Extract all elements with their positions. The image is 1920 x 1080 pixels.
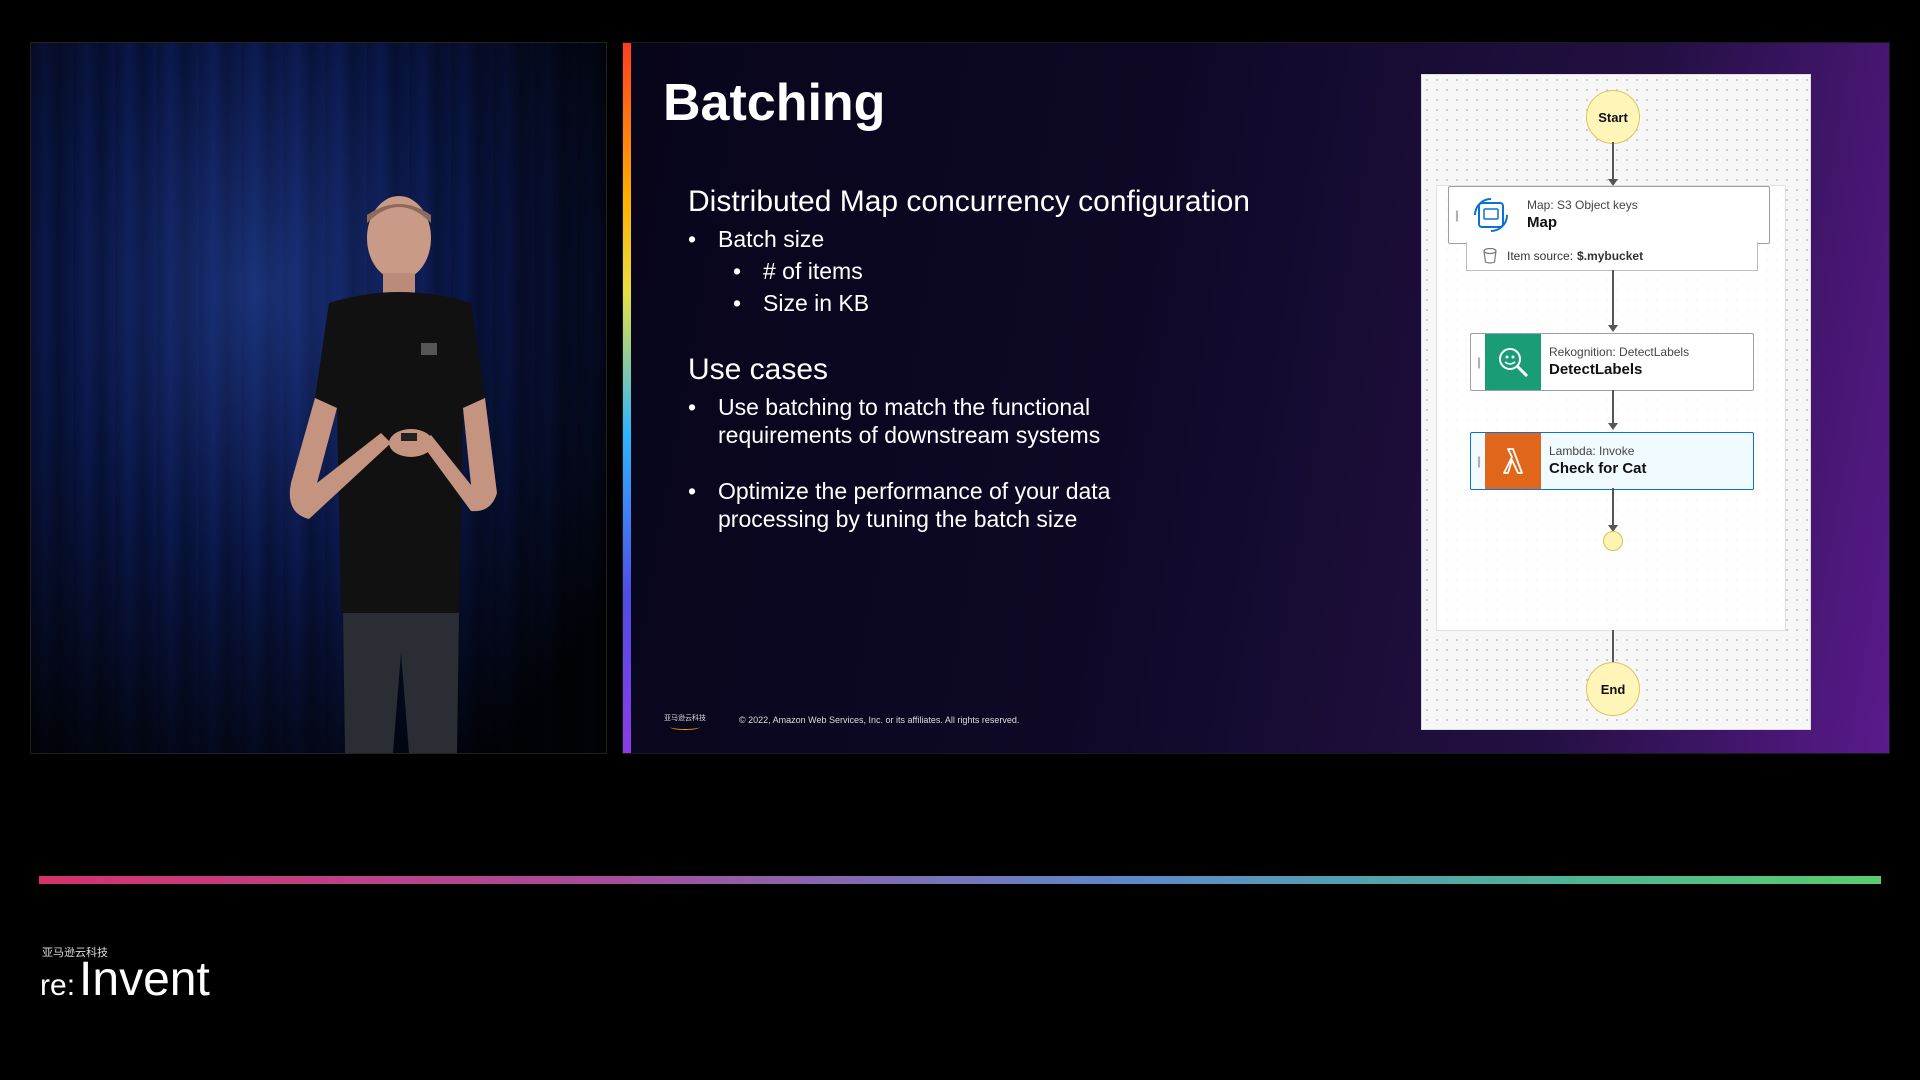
bullet-use-case-1: Use batching to match the functional req… xyxy=(688,393,1138,449)
rekognition-state-type: Rekognition: DetectLabels xyxy=(1549,345,1690,359)
sub-bullet-size: Size in KB xyxy=(733,289,1368,317)
copyright: © 2022, Amazon Web Services, Inc. or its… xyxy=(739,715,1020,725)
reinvent-invent: Invent xyxy=(79,953,210,1006)
edge-map-end xyxy=(1612,630,1614,666)
workflow-diagram: Start || Map: S3 Object keys Map Item so… xyxy=(1421,74,1811,730)
arrow-map-rekognition xyxy=(1608,325,1618,332)
s3-bucket-icon xyxy=(1483,248,1497,264)
rekognition-magnifier-icon xyxy=(1485,334,1541,390)
map-state[interactable]: || Map: S3 Object keys Map xyxy=(1448,186,1770,244)
speaker-figure xyxy=(289,196,497,753)
map-state-name: Map xyxy=(1527,214,1557,231)
use-case-bullets: Use batching to match the functional req… xyxy=(688,393,1368,533)
bullet-use-case-2: Optimize the performance of your data pr… xyxy=(688,477,1158,533)
edge-lambda-end-dot xyxy=(1612,488,1614,528)
section-heading-config: Distributed Map concurrency configuratio… xyxy=(688,185,1250,218)
drag-handle-icon[interactable]: || xyxy=(1449,187,1463,243)
map-state-type: Map: S3 Object keys xyxy=(1527,198,1638,212)
lambda-state[interactable]: || Lambda: Invoke Check for Cat xyxy=(1470,432,1754,490)
drag-handle-icon[interactable]: || xyxy=(1471,433,1485,489)
start-label: Start xyxy=(1598,109,1628,125)
edge-map-rekognition xyxy=(1612,270,1614,326)
speaker-video xyxy=(30,42,607,754)
rekognition-state-name: DetectLabels xyxy=(1549,361,1643,378)
sub-bullet-items: # of items xyxy=(733,257,1368,285)
lambda-state-name: Check for Cat xyxy=(1549,460,1647,477)
reinvent-logo: re:Invent xyxy=(40,952,210,1007)
edge-start-map xyxy=(1612,142,1614,181)
reinvent-re: re xyxy=(40,969,67,1002)
aws-cn-logo: 亚马逊云科技 xyxy=(663,713,707,730)
slide-body: Distributed Map concurrency configuratio… xyxy=(688,183,1368,537)
slide: Batching Distributed Map concurrency con… xyxy=(622,42,1890,754)
aws-smile-icon xyxy=(670,724,700,730)
bullet-batch-size: Batch size xyxy=(688,225,1368,253)
end-label: End xyxy=(1600,681,1626,697)
slide-accent-bar xyxy=(623,43,631,753)
end-node[interactable]: End xyxy=(1586,662,1640,716)
config-bullets: Batch size xyxy=(688,225,1368,253)
lambda-state-type: Lambda: Invoke xyxy=(1549,444,1635,458)
rekognition-state[interactable]: || Rekognition: DetectLabels DetectLabel… xyxy=(1470,333,1754,391)
arrow-start-map xyxy=(1608,179,1618,186)
batch-size-sub-bullets: # of items Size in KB xyxy=(688,257,1368,317)
item-source[interactable]: Item source: $.mybucket xyxy=(1466,242,1758,271)
map-state-icon xyxy=(1463,187,1519,243)
item-source-label: Item source: xyxy=(1507,249,1574,263)
start-node[interactable]: Start xyxy=(1586,90,1640,144)
slide-title: Batching xyxy=(663,74,886,132)
lambda-icon xyxy=(1485,433,1541,489)
drag-handle-icon[interactable]: || xyxy=(1471,334,1485,390)
iteration-end-dot xyxy=(1603,531,1623,551)
item-source-value: $.mybucket xyxy=(1577,249,1644,263)
gradient-divider xyxy=(39,876,1881,884)
reinvent-colon: : xyxy=(66,969,76,1002)
section-heading-use-cases: Use cases xyxy=(688,353,829,386)
edge-rekognition-lambda xyxy=(1612,390,1614,424)
arrow-rekognition-lambda xyxy=(1608,423,1618,430)
aws-cn-logo-text: 亚马逊云科技 xyxy=(664,715,706,722)
